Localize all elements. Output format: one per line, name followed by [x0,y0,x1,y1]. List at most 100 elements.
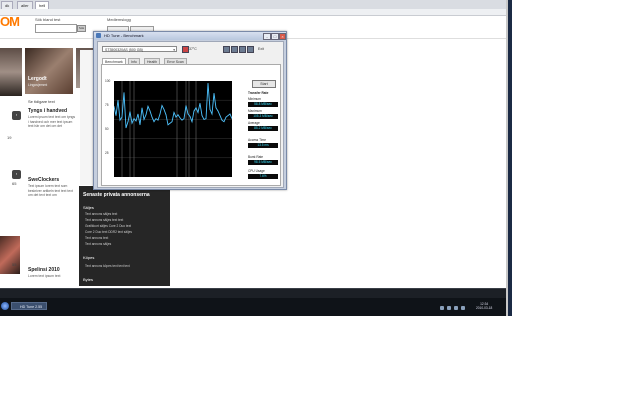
panel-subheading: Säljes [83,205,94,210]
panel-line[interactable]: Text annons säljes [85,242,111,246]
chart-data-point [137,113,139,115]
article-title[interactable]: Lergodt [28,76,47,82]
browser-toolbar [0,9,506,16]
chart-data-point [167,124,169,126]
panel-subheading: Bytes [83,277,94,282]
stat-label: Minimum [248,97,261,101]
volume-icon[interactable] [461,306,465,310]
chart-data-point [145,114,147,116]
article-title[interactable]: Spelinsi 2010 [28,267,60,273]
stat-label: Average [248,121,260,125]
chart-data-point [203,119,205,120]
copy-icon[interactable] [223,46,230,53]
panel-line[interactable]: Core 2 Duo text DDR2 text säljes [85,230,132,234]
chart-data-point [215,107,217,109]
chart-data-point [191,121,193,122]
chart-data-point [207,83,209,84]
article-text: Text ipsum lorem text som beskriver arti… [28,184,73,198]
window-edge [508,0,512,316]
app-icon [96,33,101,38]
start-orb-icon[interactable] [1,302,9,310]
article-title[interactable]: Tyngs i handved [28,108,67,114]
chart-data-point [151,116,153,118]
options-icon[interactable] [239,46,246,53]
close-icon[interactable]: × [279,33,286,40]
window-title: HD Tune - Benchmark [104,33,144,38]
article-thumbnail[interactable] [0,48,22,96]
tray-clock[interactable]: 12:34 2010-03-18 [476,302,492,310]
chart-data-point [161,105,163,106]
chart-data-point [147,106,149,107]
comment-count: 55 [12,262,17,267]
browser-tab[interactable]: aller [17,1,33,9]
category-link[interactable]: Se tidigare text [28,99,55,104]
chart-data-point [175,116,177,118]
chart-data-point [185,105,187,106]
chart-data-point [169,122,171,124]
chart-data-point [125,127,127,129]
browser-status-bar [0,288,506,298]
transfer-rate-chart [113,81,233,177]
chart-data-point [133,118,135,119]
temperature-icon [182,46,189,53]
chart-data-point [179,117,181,119]
maximize-icon[interactable]: □ [271,33,279,40]
chart-data-point [123,92,125,93]
comment-bubble-icon[interactable]: ▪ [12,111,21,120]
chart-data-point [121,116,123,118]
article-text: Lingosjemmt [28,83,48,87]
chart-data-point [223,121,225,122]
window-titlebar[interactable]: HD Tune - Benchmark - □ × [94,32,286,40]
comment-count: 19 [7,135,12,140]
article-thumbnail[interactable] [0,236,20,274]
chart-data-point [153,121,155,122]
temperature-readout: 37°C [189,47,197,51]
window-client: ST3500320AS (500 GB) ▾ 37°C Exit Benchma… [97,41,284,188]
tray-icon[interactable] [447,306,451,310]
comment-count: 65 [12,181,17,186]
search-input[interactable] [35,24,77,33]
chart-canvas [113,81,233,177]
search-button[interactable]: Sök [77,25,86,32]
panel-line[interactable]: Grafikkort säljes Core 2 Duo text [85,224,131,228]
help-icon[interactable] [247,46,254,53]
chart-data-point [171,121,173,122]
drive-select[interactable]: ST3500320AS (500 GB) ▾ [102,46,177,52]
article-title[interactable]: SweClockers [28,177,59,183]
browser-tab[interactable]: dk [1,1,14,9]
panel-line[interactable]: Text annons säljes text [85,212,117,216]
hdtune-window[interactable]: HD Tune - Benchmark - □ × ST3500320AS (5… [93,31,287,190]
minimize-icon[interactable]: - [263,33,271,40]
y-tick-label: 50 [105,127,109,131]
benchmark-panel: 100 75 50 25 Start Transfer Rate Minimum… [101,64,281,186]
article-text: Lorem ipsum text text om tyngs i handved… [28,115,76,129]
panel-line[interactable]: Text annons säljes text text [85,218,123,222]
browser-tab-active[interactable]: hell [35,1,50,9]
chart-data-point [119,119,121,121]
taskbar-button[interactable]: HD Tune 2.55 [11,302,47,310]
chart-data-point [195,107,197,109]
chart-data-point [157,119,159,121]
panel-heading: Senaste privata annonserna [83,192,150,198]
site-logo[interactable]: OM [0,14,20,29]
network-icon[interactable] [454,306,458,310]
stat-label: Maximum [248,109,262,113]
chart-data-point [173,112,175,113]
chart-series-line [113,83,233,128]
chart-data-point [201,115,203,116]
chart-data-point [143,119,145,120]
chart-data-point [227,115,229,116]
comment-bubble-icon[interactable]: ▪ [12,170,21,179]
exit-button[interactable]: Exit [258,47,264,51]
panel-line[interactable]: Text annons köpes text text text [85,264,130,268]
start-button[interactable]: Start [252,80,276,88]
chart-data-point [165,114,167,116]
chart-data-point [163,109,165,110]
chart-data-point [225,116,227,118]
chart-data-point [205,118,207,119]
tray-icon[interactable] [440,306,444,310]
panel-line[interactable]: Text annons text [85,236,108,240]
stat-value: 85.2 MB/sec [248,126,278,131]
save-icon[interactable] [231,46,238,53]
panel-subheading: Köpes [83,255,95,260]
